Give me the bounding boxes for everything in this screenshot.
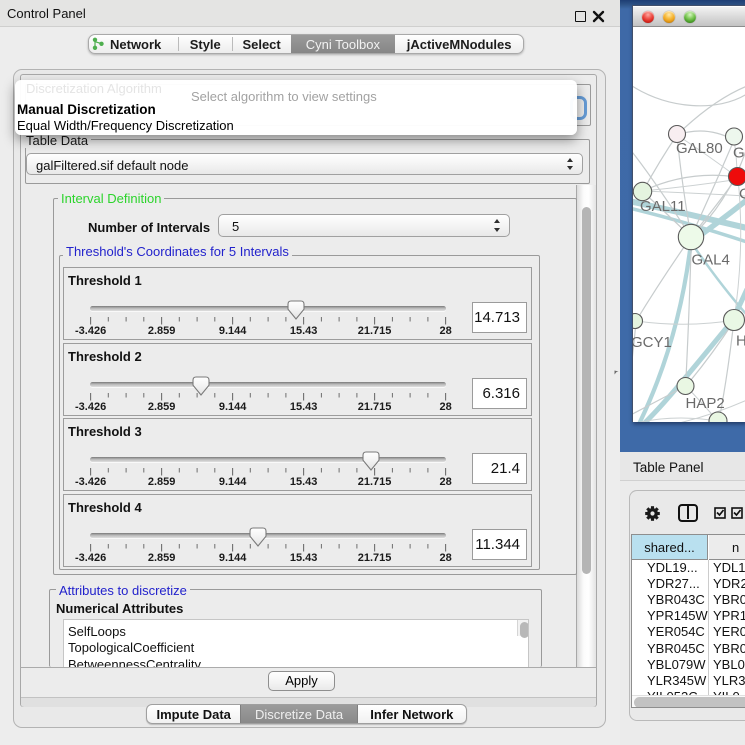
- svg-text:GAL11: GAL11: [640, 198, 686, 215]
- svg-text:GCY1: GCY1: [633, 334, 672, 351]
- svg-text:GAL80: GAL80: [676, 140, 723, 157]
- svg-text:HAP2: HAP2: [686, 395, 725, 412]
- svg-text:GAL4: GAL4: [692, 252, 730, 269]
- svg-text:H: H: [736, 333, 745, 350]
- svg-text:G.: G.: [733, 145, 745, 162]
- svg-text:C: C: [739, 186, 745, 203]
